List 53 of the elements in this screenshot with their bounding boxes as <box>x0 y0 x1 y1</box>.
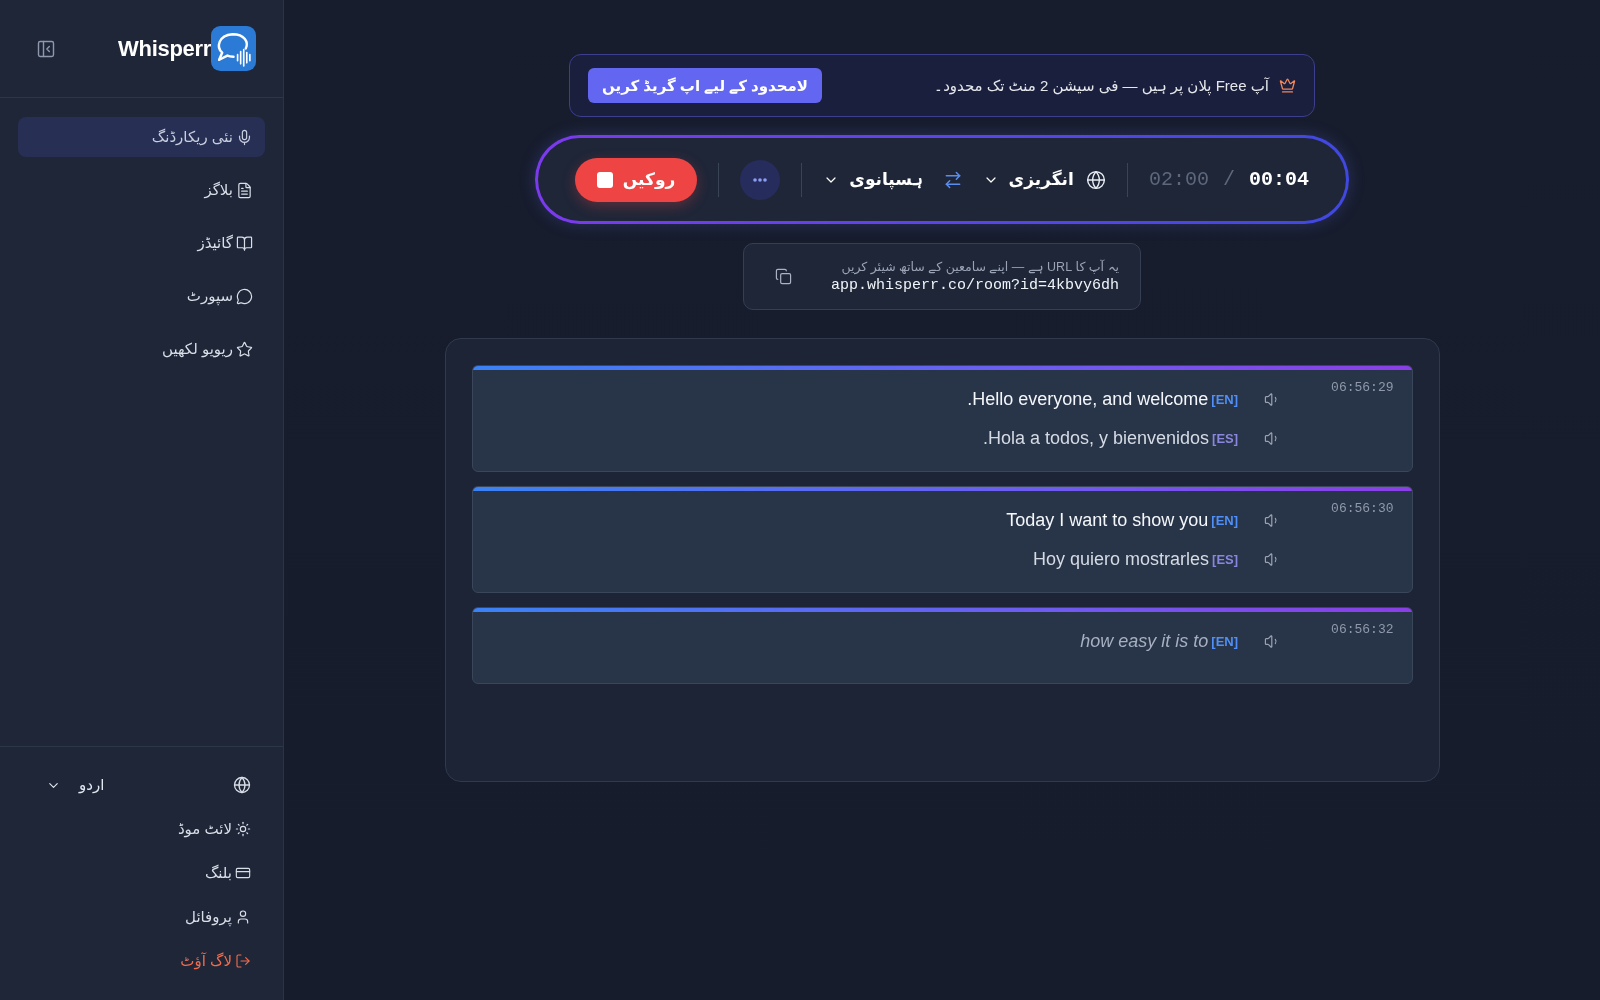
globe-icon <box>233 776 251 794</box>
time-limit: 02:00 <box>1148 168 1209 191</box>
transcript-text: Hello everyone, and welcome. <box>967 388 1209 410</box>
speech-bubble-logo-icon <box>211 26 256 71</box>
timestamp: 06:56:32 <box>1331 622 1394 637</box>
language-tag: [ES] <box>1212 430 1239 446</box>
sidebar-link[interactable]: پروفائل <box>185 901 251 933</box>
elapsed-time: 00:04 <box>1249 168 1309 191</box>
time-separator: / <box>1222 168 1235 191</box>
stop-button[interactable]: روکیں <box>575 157 697 202</box>
timestamp: 06:56:29 <box>1331 380 1394 395</box>
microphone-icon <box>236 128 253 146</box>
language-tag: [EN] <box>1211 633 1239 649</box>
transcript-text: Hoy quiero mostrarles <box>1033 548 1210 570</box>
transcript-text: Hola a todos, y bienvenidos. <box>982 427 1210 449</box>
sidebar-link[interactable]: لائٹ موڈ <box>177 813 251 845</box>
share-hint: یہ آپ کا URL ہے — اپنے سامعین کے ساتھ شیئر کریں <box>841 259 1119 274</box>
sidebar-link[interactable]: لاگ آؤٹ <box>180 945 251 977</box>
transcript-text: how easy it is to <box>1080 630 1209 652</box>
language-tag: [ES] <box>1212 551 1239 567</box>
stop-square-icon <box>596 171 613 188</box>
nav-item[interactable]: گائیڈز <box>18 223 265 263</box>
language-select[interactable]: اردو <box>40 769 111 801</box>
nav-item[interactable]: ریویو لکھیں <box>18 329 265 369</box>
share-url: app.whisperr.co/room?id=4kbvy6dh <box>830 277 1119 294</box>
chat-bubble-icon <box>236 287 253 305</box>
document-icon <box>236 181 253 199</box>
collapse-sidebar-button[interactable] <box>36 38 56 59</box>
language-tag: [EN] <box>1211 391 1239 407</box>
logout-icon <box>235 953 251 969</box>
language-tag: [EN] <box>1211 512 1239 528</box>
plan-message: آپ Free پلان پر ہیں — فی سیشن 2 منٹ تک محدود۔ <box>934 76 1269 95</box>
source-language-select[interactable]: انگریزی <box>982 169 1074 190</box>
nav-item[interactable]: بلاگز <box>18 170 265 210</box>
nav-item[interactable]: نئی ریکارڈنگ <box>18 117 265 157</box>
nav-item[interactable]: سپورٹ <box>18 276 265 316</box>
transcript-text: Today I want to show you <box>1006 509 1209 531</box>
panel-collapse-icon <box>36 38 56 59</box>
timestamp: 06:56:30 <box>1331 501 1394 516</box>
logo-text: Whisperr <box>118 35 211 62</box>
upgrade-button[interactable]: لامحدود کے لیے اپ گریڈ کریں <box>588 68 823 103</box>
copy-button[interactable] <box>775 268 792 285</box>
sun-icon <box>235 821 251 837</box>
star-icon <box>236 340 253 358</box>
globe-icon <box>1085 169 1106 190</box>
copy-icon <box>775 268 792 285</box>
crown-icon <box>1279 77 1296 94</box>
book-icon <box>236 234 253 252</box>
ellipsis-icon <box>753 177 768 182</box>
card-icon <box>235 865 251 881</box>
user-icon <box>235 909 251 925</box>
target-language-select[interactable]: ہسپانوی <box>823 169 923 190</box>
sidebar-link[interactable]: بلنگ <box>204 857 251 889</box>
